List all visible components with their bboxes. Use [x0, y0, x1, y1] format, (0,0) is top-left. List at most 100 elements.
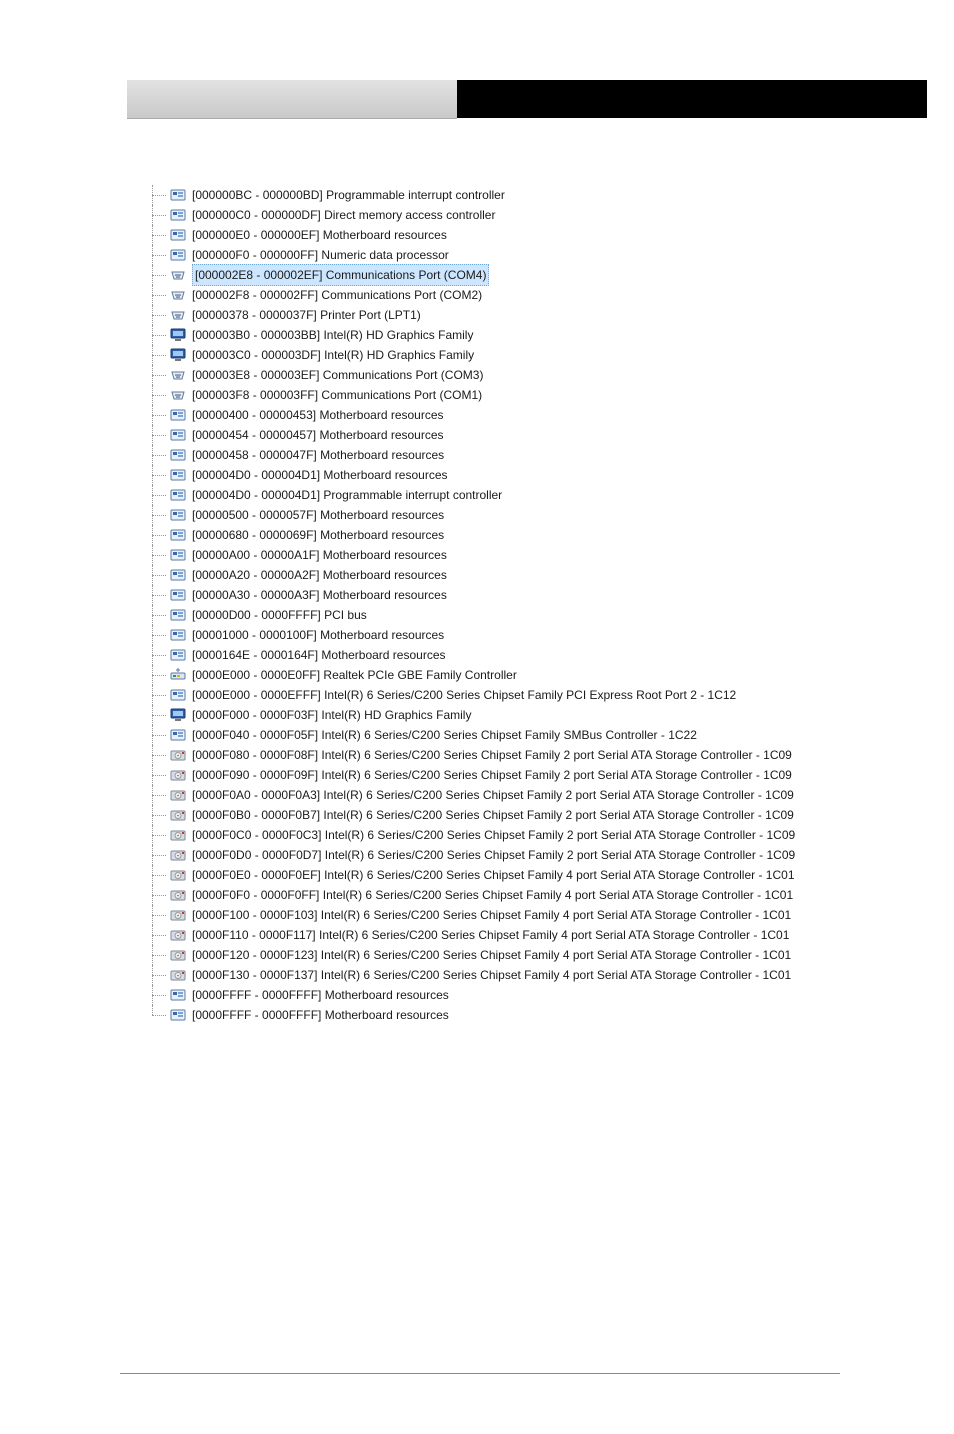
system-resource-icon	[170, 727, 186, 743]
resource-tree-item[interactable]: [000003E8 - 000003EF] Communications Por…	[170, 365, 940, 385]
resource-tree-item[interactable]: [000000E0 - 000000EF] Motherboard resour…	[170, 225, 940, 245]
resource-tree-item[interactable]: [0000F0D0 - 0000F0D7] Intel(R) 6 Series/…	[170, 845, 940, 865]
tree-connector	[152, 905, 170, 925]
resource-tree-item[interactable]: [0000F100 - 0000F103] Intel(R) 6 Series/…	[170, 905, 940, 925]
header-left-bar	[127, 80, 457, 119]
resource-item-label: [0000E000 - 0000E0FF] Realtek PCIe GBE F…	[192, 665, 517, 685]
resource-item-label: [000000BC - 000000BD] Programmable inter…	[192, 185, 505, 205]
resource-item-label: [0000F0A0 - 0000F0A3] Intel(R) 6 Series/…	[192, 785, 794, 805]
resource-tree-item[interactable]: [00000A30 - 00000A3F] Motherboard resour…	[170, 585, 940, 605]
resource-tree-item[interactable]: [0000E000 - 0000EFFF] Intel(R) 6 Series/…	[170, 685, 940, 705]
resource-item-label: [0000F130 - 0000F137] Intel(R) 6 Series/…	[192, 965, 791, 985]
resource-tree-item[interactable]: [00000D00 - 0000FFFF] PCI bus	[170, 605, 940, 625]
resource-item-label: [0000F110 - 0000F117] Intel(R) 6 Series/…	[192, 925, 789, 945]
tree-connector	[152, 445, 170, 465]
storage-controller-icon	[170, 907, 186, 923]
resource-tree-item[interactable]: [0000F130 - 0000F137] Intel(R) 6 Series/…	[170, 965, 940, 985]
resource-tree-item[interactable]: [0000F0E0 - 0000F0EF] Intel(R) 6 Series/…	[170, 865, 940, 885]
resource-tree-item[interactable]: [0000FFFF - 0000FFFF] Motherboard resour…	[170, 1005, 940, 1025]
resource-tree-item[interactable]: [0000F0A0 - 0000F0A3] Intel(R) 6 Series/…	[170, 785, 940, 805]
system-resource-icon	[170, 607, 186, 623]
resource-item-label: [00000A20 - 00000A2F] Motherboard resour…	[192, 565, 447, 585]
system-resource-icon	[170, 227, 186, 243]
display-adapter-icon	[170, 327, 186, 343]
resource-tree-item[interactable]: [000000F0 - 000000FF] Numeric data proce…	[170, 245, 940, 265]
tree-connector	[152, 325, 170, 345]
resource-tree-item[interactable]: [000003F8 - 000003FF] Communications Por…	[170, 385, 940, 405]
resource-tree-item[interactable]: [0000F0C0 - 0000F0C3] Intel(R) 6 Series/…	[170, 825, 940, 845]
tree-connector	[152, 585, 170, 605]
tree-connector	[152, 345, 170, 365]
resource-tree-item[interactable]: [0000F080 - 0000F08F] Intel(R) 6 Series/…	[170, 745, 940, 765]
tree-connector	[152, 285, 170, 305]
resource-tree-item[interactable]: [000004D0 - 000004D1] Programmable inter…	[170, 485, 940, 505]
resource-item-label: [000004D0 - 000004D1] Motherboard resour…	[192, 465, 448, 485]
resource-tree-item[interactable]: [00001000 - 0000100F] Motherboard resour…	[170, 625, 940, 645]
resource-tree-item[interactable]: [00000400 - 00000453] Motherboard resour…	[170, 405, 940, 425]
resource-tree-item[interactable]: [000004D0 - 000004D1] Motherboard resour…	[170, 465, 940, 485]
resource-tree-item[interactable]: [000002F8 - 000002FF] Communications Por…	[170, 285, 940, 305]
resource-item-label: [00001000 - 0000100F] Motherboard resour…	[192, 625, 444, 645]
resource-item-label: [0000F000 - 0000F03F] Intel(R) HD Graphi…	[192, 705, 471, 725]
resource-tree-item[interactable]: [0000E000 - 0000E0FF] Realtek PCIe GBE F…	[170, 665, 940, 685]
resource-item-label: [0000F120 - 0000F123] Intel(R) 6 Series/…	[192, 945, 791, 965]
resource-tree-item[interactable]: [00000A20 - 00000A2F] Motherboard resour…	[170, 565, 940, 585]
storage-controller-icon	[170, 827, 186, 843]
system-resource-icon	[170, 527, 186, 543]
resource-tree-item[interactable]: [0000F120 - 0000F123] Intel(R) 6 Series/…	[170, 945, 940, 965]
resource-tree-item[interactable]: [0000F0F0 - 0000F0FF] Intel(R) 6 Series/…	[170, 885, 940, 905]
com-port-icon	[170, 367, 186, 383]
resource-tree-item[interactable]: [0000F040 - 0000F05F] Intel(R) 6 Series/…	[170, 725, 940, 745]
page-header	[127, 80, 927, 130]
tree-connector	[152, 665, 170, 685]
resource-item-label: [0000F0F0 - 0000F0FF] Intel(R) 6 Series/…	[192, 885, 793, 905]
tree-connector	[152, 265, 170, 285]
resource-tree-item[interactable]: [0000FFFF - 0000FFFF] Motherboard resour…	[170, 985, 940, 1005]
resource-item-label: [00000454 - 00000457] Motherboard resour…	[192, 425, 444, 445]
tree-connector	[152, 525, 170, 545]
resource-tree-item[interactable]: [000003C0 - 000003DF] Intel(R) HD Graphi…	[170, 345, 940, 365]
storage-controller-icon	[170, 947, 186, 963]
tree-connector	[152, 425, 170, 445]
resource-tree-item[interactable]: [000000BC - 000000BD] Programmable inter…	[170, 185, 940, 205]
resource-tree-item[interactable]: [00000378 - 0000037F] Printer Port (LPT1…	[170, 305, 940, 325]
tree-connector	[152, 485, 170, 505]
resource-tree-item[interactable]: [00000A00 - 00000A1F] Motherboard resour…	[170, 545, 940, 565]
display-adapter-icon	[170, 707, 186, 723]
tree-connector	[152, 925, 170, 945]
resource-item-label: [000002F8 - 000002FF] Communications Por…	[192, 285, 482, 305]
resource-tree-item[interactable]: [00000458 - 0000047F] Motherboard resour…	[170, 445, 940, 465]
resource-tree-item[interactable]: [000002E8 - 000002EF] Communications Por…	[170, 265, 940, 285]
resource-tree-item[interactable]: [0000F090 - 0000F09F] Intel(R) 6 Series/…	[170, 765, 940, 785]
resource-item-label: [0000164E - 0000164F] Motherboard resour…	[192, 645, 446, 665]
resource-item-label: [0000F090 - 0000F09F] Intel(R) 6 Series/…	[192, 765, 792, 785]
system-resource-icon	[170, 447, 186, 463]
resource-item-label: [000000C0 - 000000DF] Direct memory acce…	[192, 205, 495, 225]
tree-connector	[152, 205, 170, 225]
tree-connector	[152, 805, 170, 825]
com-port-icon	[170, 307, 186, 323]
resource-tree-item[interactable]: [000000C0 - 000000DF] Direct memory acce…	[170, 205, 940, 225]
tree-connector	[152, 465, 170, 485]
tree-connector	[152, 605, 170, 625]
tree-connector	[152, 745, 170, 765]
storage-controller-icon	[170, 847, 186, 863]
resource-tree-item[interactable]: [00000454 - 00000457] Motherboard resour…	[170, 425, 940, 445]
tree-connector	[152, 545, 170, 565]
tree-connector	[152, 365, 170, 385]
resource-tree-item[interactable]: [0000F0B0 - 0000F0B7] Intel(R) 6 Series/…	[170, 805, 940, 825]
tree-connector	[152, 225, 170, 245]
resource-tree-item[interactable]: [0000F000 - 0000F03F] Intel(R) HD Graphi…	[170, 705, 940, 725]
system-resource-icon	[170, 247, 186, 263]
resource-tree-item[interactable]: [0000F110 - 0000F117] Intel(R) 6 Series/…	[170, 925, 940, 945]
storage-controller-icon	[170, 927, 186, 943]
resource-item-label: [00000378 - 0000037F] Printer Port (LPT1…	[192, 305, 421, 325]
resource-tree-item[interactable]: [000003B0 - 000003BB] Intel(R) HD Graphi…	[170, 325, 940, 345]
resource-tree-item[interactable]: [0000164E - 0000164F] Motherboard resour…	[170, 645, 940, 665]
resource-tree-item[interactable]: [00000680 - 0000069F] Motherboard resour…	[170, 525, 940, 545]
resource-item-label: [000000F0 - 000000FF] Numeric data proce…	[192, 245, 449, 265]
tree-connector	[152, 725, 170, 745]
storage-controller-icon	[170, 787, 186, 803]
resource-tree-item[interactable]: [00000500 - 0000057F] Motherboard resour…	[170, 505, 940, 525]
com-port-icon	[170, 287, 186, 303]
